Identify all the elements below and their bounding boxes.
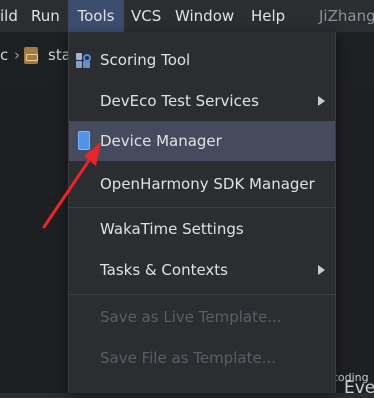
menu-item-label: Save File as Template... bbox=[100, 349, 276, 367]
breadcrumb-item[interactable]: c bbox=[0, 46, 8, 64]
menu-separator bbox=[69, 294, 335, 295]
phone-icon bbox=[78, 131, 90, 150]
menu-separator bbox=[69, 207, 335, 208]
project-title: JiZhang bbox=[319, 7, 374, 25]
menu-vcs[interactable]: VCS bbox=[131, 0, 161, 32]
menu-item-label: Device Manager bbox=[100, 132, 222, 150]
menu-help[interactable]: Help bbox=[251, 0, 285, 32]
scoring-tool-icon bbox=[76, 53, 91, 68]
tools-menu: Scoring Tool DevEco Test Services Device… bbox=[68, 32, 336, 393]
menu-item-label: OpenHarmony SDK Manager bbox=[100, 175, 315, 193]
chevron-right-icon: › bbox=[14, 46, 20, 64]
menu-item-label: Tasks & Contexts bbox=[100, 261, 228, 279]
submenu-arrow-icon bbox=[318, 265, 325, 275]
menu-item-tasks-contexts[interactable]: Tasks & Contexts bbox=[69, 250, 335, 290]
menu-item-label: DevEco Test Services bbox=[100, 92, 259, 110]
menu-item-openharmony-sdk-manager[interactable]: OpenHarmony SDK Manager bbox=[69, 164, 335, 204]
menu-item-label: Scoring Tool bbox=[100, 51, 191, 69]
menu-item-wakatime-settings[interactable]: WakaTime Settings bbox=[69, 209, 335, 249]
menu-item-device-manager[interactable]: Device Manager bbox=[69, 121, 335, 161]
menu-item-scoring-tool[interactable]: Scoring Tool bbox=[69, 40, 335, 80]
menu-item-label: Save as Live Template... bbox=[100, 308, 282, 326]
menu-build[interactable]: ild bbox=[0, 0, 18, 32]
menu-item-label: WakaTime Settings bbox=[100, 220, 244, 238]
submenu-arrow-icon bbox=[318, 96, 325, 106]
menu-window[interactable]: Window bbox=[175, 0, 234, 32]
file-icon bbox=[24, 47, 38, 64]
menu-bar: ild Run Tools VCS Window Help JiZhang bbox=[0, 0, 374, 32]
menu-item-save-as-live-template[interactable]: Save as Live Template... bbox=[69, 297, 335, 337]
menu-item-deveco-test-services[interactable]: DevEco Test Services bbox=[69, 81, 335, 121]
background-text: Eve bbox=[344, 378, 374, 398]
menu-item-save-file-as-template[interactable]: Save File as Template... bbox=[69, 338, 335, 378]
menu-run[interactable]: Run bbox=[31, 0, 60, 32]
menu-tools[interactable]: Tools bbox=[68, 0, 124, 32]
